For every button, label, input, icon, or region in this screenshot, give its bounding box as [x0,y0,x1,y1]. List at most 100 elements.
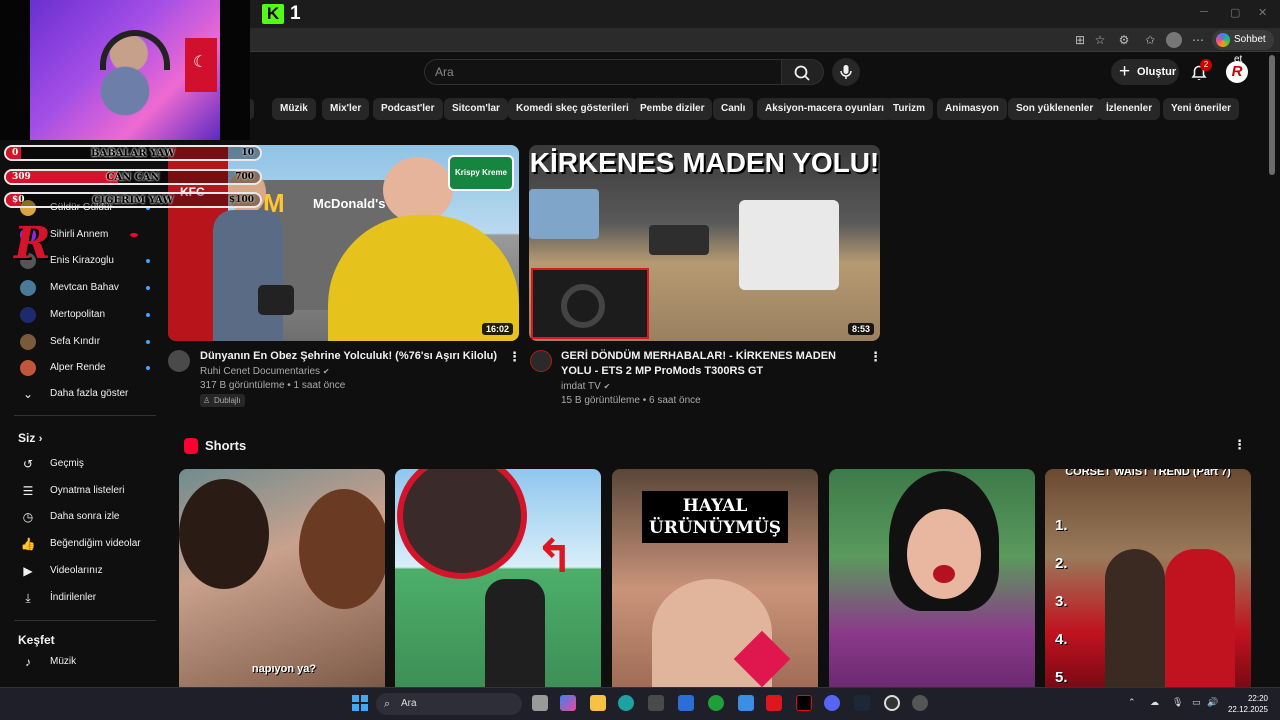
sidebar-you-header[interactable]: Siz › [18,431,42,445]
your-videos-icon: ▶ [23,563,33,578]
video-title[interactable]: Dünyanın En Obez Şehrine Yolculuk! (%76'… [200,349,500,364]
discord-icon[interactable] [824,695,840,711]
sidebar-subscription[interactable]: Mevtcan Bahav [14,276,154,300]
store-icon[interactable] [648,695,664,711]
sidebar-item[interactable]: ☰ Oynatma listeleri [14,479,154,503]
category-chip[interactable]: Mix'ler [322,98,370,120]
account-avatar[interactable]: R [1226,61,1248,83]
xbox-icon[interactable] [708,695,724,711]
more-menu-icon[interactable]: ⋯ [1190,32,1206,48]
obs-icon[interactable] [884,695,900,711]
category-chip[interactable]: Sitcom'lar [444,98,508,120]
netflix-icon[interactable] [796,695,812,711]
category-chip[interactable]: Turizm [885,98,934,120]
subscription-label: Mertopolitan [50,308,106,320]
copilot-icon [1216,33,1230,47]
category-chip[interactable]: Son yüklenenler [1008,98,1102,120]
category-chip[interactable]: Animasyon [937,98,1007,120]
page-scrollbar[interactable] [1269,55,1275,175]
copilot-chat-button[interactable]: Sohbet et [1212,30,1274,65]
edge-icon[interactable] [618,695,634,711]
category-chip[interactable]: Müzik [272,98,316,120]
maximize-icon[interactable]: ▢ [1230,6,1240,19]
tray-cloud-icon[interactable]: ☁ [1150,697,1159,708]
man-body [213,210,283,341]
extensions-icon[interactable]: ⚙ [1116,32,1132,48]
split-screen-icon[interactable]: ⊞ [1072,32,1088,48]
channel-avatar[interactable] [168,350,190,372]
steam-icon[interactable] [854,695,870,711]
sidebar-item[interactable]: 👍 Beğendiğim videolar [14,532,154,556]
sidebar-subscription[interactable]: Alper Rende [14,356,154,380]
category-chip[interactable]: Canlı [713,98,754,120]
man-hair [179,479,269,589]
task-view-icon[interactable] [532,695,548,711]
notifications-button[interactable]: 2 [1188,59,1212,83]
taskbar-time[interactable]: 22:20 [1248,694,1268,703]
mail-icon[interactable] [738,695,754,711]
minimize-icon[interactable]: ─ [1200,6,1208,18]
copilot-taskbar-icon[interactable] [560,695,576,711]
show-more-button[interactable]: ⌄ Daha fazla göster [14,382,154,406]
video-duration: 8:53 [847,323,874,335]
short-card[interactable]: HAYAL ÜRÜNÜYMÜŞ [612,469,818,687]
short-card[interactable]: ↰ [395,469,601,687]
channel-avatar[interactable] [530,350,552,372]
short-card[interactable] [829,469,1035,687]
close-window-icon[interactable]: ✕ [1258,6,1267,19]
more-options-icon[interactable]: ⋮ [508,350,521,364]
sidebar-item[interactable]: ↺ Geçmiş [14,452,154,476]
channel-name[interactable]: imdat TV ✔ [561,381,610,392]
favorite-star-icon[interactable]: ☆ [1092,32,1108,48]
youtube-icon[interactable] [766,695,782,711]
taskbar-date[interactable]: 22.12.2025 [1228,705,1268,714]
new-content-dot [146,366,150,371]
short-card[interactable]: napıyon ya? [179,469,385,687]
kick-logo-icon: K [262,4,284,24]
category-chip[interactable]: Yeni öneriler [1163,98,1240,120]
sidebar-item[interactable]: ♪ Müzik [14,650,154,674]
file-explorer-icon[interactable] [590,695,606,711]
windows-start-icon[interactable] [352,695,368,711]
woman-1 [1105,549,1165,687]
short-caption: HAYAL ÜRÜNÜYMÜŞ [642,491,788,543]
video-title[interactable]: GERİ DÖNDÜM MERHABALAR! - KİRKENES MADEN… [561,349,851,379]
download-icon: ⤓ [25,590,31,605]
create-button[interactable]: + Oluştur [1111,59,1179,85]
sidebar-subscription[interactable]: Sefa Kındır [14,330,154,354]
search-button[interactable] [782,59,824,85]
voice-search-button[interactable] [832,58,860,86]
app-icon[interactable] [678,695,694,711]
app-active-icon[interactable] [912,695,928,711]
video-thumbnail[interactable]: KİRKENES MADEN YOLU! 8:53 [529,145,880,341]
category-chip[interactable]: Podcast'ler [373,98,443,120]
stream-goal-bar: 0 BABALAR YAW 10 [4,145,262,161]
list-number: 1. [1055,517,1068,534]
woman-face [907,509,981,599]
profile-icon[interactable] [1166,32,1182,48]
channel-avatar [20,333,36,350]
sidebar-item[interactable]: ⤓ İndirilenler [14,586,154,610]
search-input[interactable]: Ara [424,59,782,85]
network-icon[interactable]: ▭ [1192,697,1201,708]
category-chip[interactable]: Komedi skeç gösterileri [508,98,637,120]
category-chip[interactable]: İzlenenler [1098,98,1161,120]
sidebar-item[interactable]: ▶ Videolarınız [14,559,154,583]
category-chip[interactable]: Aksiyon-macera oyunları [757,98,892,120]
volume-icon[interactable]: 🔊 [1207,697,1218,708]
taskbar-search[interactable]: ⌕ Ara [376,693,522,715]
favorites-list-icon[interactable]: ✩ [1142,32,1158,48]
mic-tray-icon[interactable]: 🎙 [1172,697,1183,708]
category-chip[interactable]: Pembe diziler [632,98,713,120]
webcam-border-right [220,0,250,140]
sidebar-subscription[interactable]: Mertopolitan [14,303,154,327]
sidebar-item[interactable]: ◷ Daha sonra izle [14,505,154,529]
shorts-more-icon[interactable]: ⋮ [1233,438,1246,452]
person-icon: ♙ [203,396,211,405]
video-duration: 16:02 [481,323,513,335]
channel-name[interactable]: Ruhi Cenet Documentaries ✔ [200,366,330,377]
tractor [649,225,709,255]
short-card[interactable]: CORSET WAIST TREND (Part 7) 1. 2. 3. 4. 5. [1045,469,1251,687]
more-options-icon[interactable]: ⋮ [869,350,882,364]
tray-expand-icon[interactable]: ⌃ [1128,697,1136,708]
